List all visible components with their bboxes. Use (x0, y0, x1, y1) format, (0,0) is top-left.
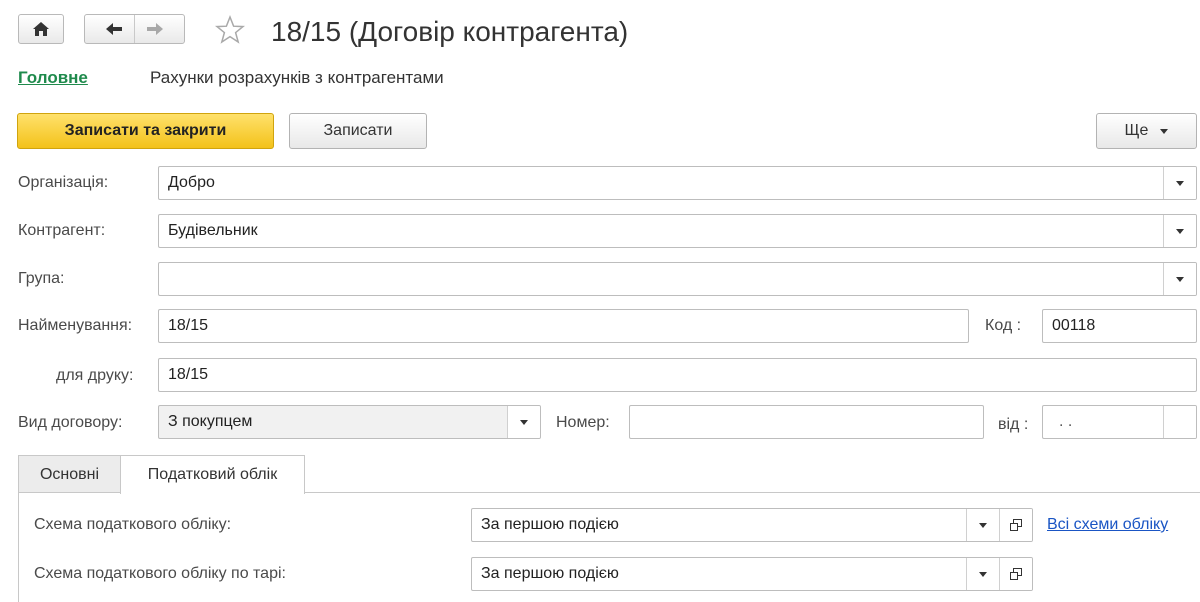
contract-type-value: З покупцем (168, 413, 253, 430)
code-value: 00118 (1052, 317, 1096, 334)
chevron-down-icon (1176, 180, 1184, 186)
tax-scheme-tare-dropdown-button[interactable] (966, 558, 999, 590)
tab-tax-accounting[interactable]: Податковий облік (120, 455, 305, 494)
organization-field[interactable]: Добро (158, 166, 1197, 200)
tax-scheme-dropdown-button[interactable] (966, 509, 999, 541)
forward-button[interactable] (135, 15, 175, 43)
group-dropdown-button[interactable] (1163, 263, 1196, 295)
save-and-close-button[interactable]: Записати та закрити (17, 113, 274, 149)
organization-dropdown-button[interactable] (1163, 167, 1196, 199)
home-icon (33, 22, 49, 36)
tax-scheme-tare-value: За першою подією (481, 565, 619, 582)
contract-type-dropdown-button[interactable] (507, 406, 540, 438)
open-window-icon (1010, 519, 1022, 531)
chevron-down-icon (520, 419, 528, 425)
arrow-right-icon (147, 23, 163, 35)
group-field[interactable] (158, 262, 1197, 296)
date-input[interactable]: . . (1042, 405, 1197, 439)
print-name-label: для друку: (56, 367, 134, 384)
name-value: 18/15 (168, 317, 209, 334)
code-input[interactable]: 00118 (1042, 309, 1197, 343)
tab-main[interactable]: Основні (18, 455, 121, 493)
nav-link-main[interactable]: Головне (18, 68, 88, 88)
number-label: Номер: (556, 414, 610, 431)
tax-scheme-tare-select[interactable]: За першою подією (471, 557, 1033, 591)
home-button[interactable] (18, 14, 64, 44)
chevron-down-icon (1176, 228, 1184, 234)
chevron-down-icon (1160, 128, 1169, 134)
counterparty-label: Контрагент: (18, 222, 106, 239)
all-schemes-link[interactable]: Всі схеми обліку (1047, 516, 1168, 534)
print-name-value: 18/15 (168, 366, 209, 383)
group-label: Група: (18, 270, 65, 287)
tax-scheme-tare-label: Схема податкового обліку по тарі: (34, 565, 286, 582)
page-title: 18/15 (Договір контрагента) (271, 16, 629, 47)
counterparty-value: Будівельник (168, 222, 258, 239)
date-label: від : (998, 416, 1029, 433)
tax-scheme-select[interactable]: За першою подією (471, 508, 1033, 542)
name-label: Найменування: (18, 317, 133, 334)
more-button[interactable]: Ще (1096, 113, 1197, 149)
code-label: Код : (985, 317, 1022, 334)
tax-scheme-label: Схема податкового обліку: (34, 516, 232, 533)
name-input[interactable]: 18/15 (158, 309, 969, 343)
organization-value: Добро (168, 174, 215, 191)
tax-scheme-tare-open-button[interactable] (999, 558, 1032, 590)
favorite-button[interactable] (214, 14, 246, 51)
number-input[interactable] (629, 405, 984, 439)
star-outline-icon (214, 14, 246, 44)
back-button[interactable] (94, 15, 134, 43)
counterparty-field[interactable]: Будівельник (158, 214, 1197, 248)
chevron-down-icon (979, 571, 987, 577)
counterparty-dropdown-button[interactable] (1163, 215, 1196, 247)
contract-type-select[interactable]: З покупцем (158, 405, 541, 439)
open-window-icon (1010, 568, 1022, 580)
chevron-down-icon (979, 522, 987, 528)
contract-type-label: Вид договору: (18, 414, 123, 431)
organization-label: Організація: (18, 174, 109, 191)
chevron-down-icon (1176, 276, 1184, 282)
nav-link-accounts[interactable]: Рахунки розрахунків з контрагентами (150, 68, 444, 88)
more-label: Ще (1124, 122, 1149, 139)
arrow-left-icon (106, 23, 122, 35)
date-picker-button[interactable] (1163, 406, 1196, 438)
history-nav (84, 14, 185, 44)
tax-scheme-open-button[interactable] (999, 509, 1032, 541)
print-name-input[interactable]: 18/15 (158, 358, 1197, 392)
save-button[interactable]: Записати (289, 113, 427, 149)
tax-scheme-value: За першою подією (481, 516, 619, 533)
